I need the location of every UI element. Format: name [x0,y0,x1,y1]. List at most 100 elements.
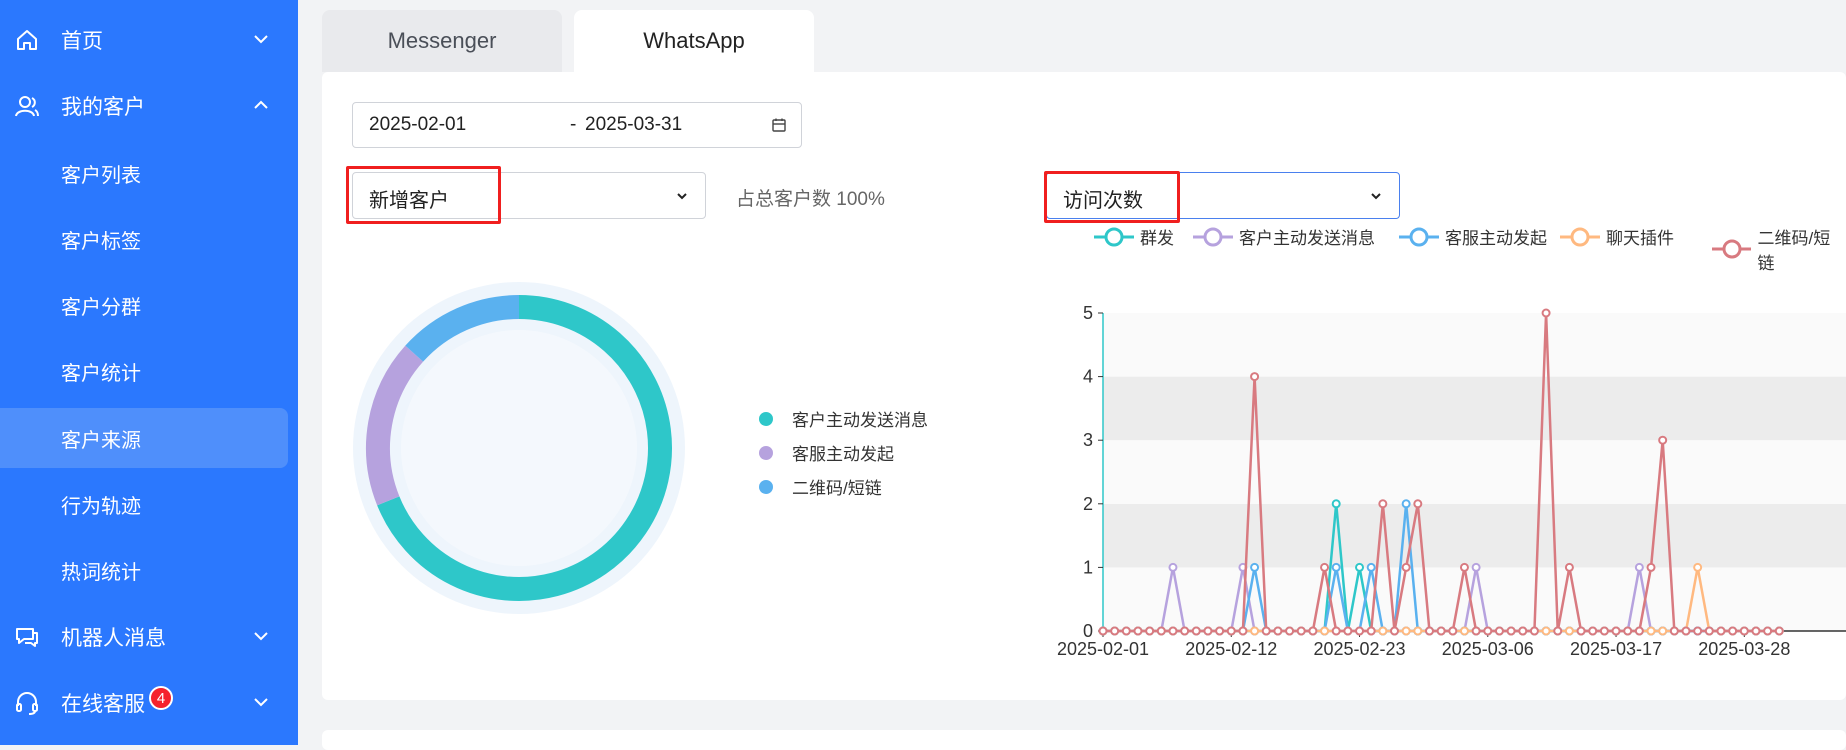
data-point[interactable] [1133,626,1143,636]
data-point[interactable] [1378,499,1388,509]
data-point[interactable] [1110,626,1120,636]
data-point[interactable] [1331,626,1341,636]
data-point[interactable] [1215,626,1225,636]
sidebar-item-6[interactable]: 客户来源 [0,408,288,468]
data-point[interactable] [1285,626,1295,636]
data-point[interactable] [1413,626,1423,636]
data-point[interactable] [1588,626,1598,636]
data-point[interactable] [1459,562,1469,572]
data-point[interactable] [1180,626,1190,636]
sidebar-item-0[interactable]: 首页 [0,10,298,70]
data-point[interactable] [1669,626,1679,636]
data-point[interactable] [1658,435,1668,445]
data-point[interactable] [1448,626,1458,636]
data-point[interactable] [1296,626,1306,636]
data-point[interactable] [1250,372,1260,382]
data-point[interactable] [1611,626,1621,636]
tab-messenger[interactable]: Messenger [322,10,562,72]
data-point[interactable] [1203,626,1213,636]
data-point[interactable] [1576,626,1586,636]
data-point[interactable] [1436,626,1446,636]
data-point[interactable] [1704,626,1714,636]
sidebar-item-7[interactable]: 行为轨迹 [0,474,298,534]
donut-legend-item[interactable]: 二维码/短链 [759,474,882,499]
data-point[interactable] [1320,562,1330,572]
data-point[interactable] [1553,626,1563,636]
data-point[interactable] [1168,562,1178,572]
data-point[interactable] [1646,626,1656,636]
line-legend-item[interactable]: 聊天插件 [1560,224,1674,249]
data-point[interactable] [1343,626,1353,636]
calendar-icon[interactable] [771,117,787,133]
data-point[interactable] [1658,626,1668,636]
data-point[interactable] [1226,626,1236,636]
data-point[interactable] [1693,562,1703,572]
tab-whatsapp[interactable]: WhatsApp [574,10,814,72]
sidebar-item-2[interactable]: 客户列表 [0,143,298,203]
data-point[interactable] [1401,499,1411,509]
data-point[interactable] [1646,562,1656,572]
data-point[interactable] [1401,626,1411,636]
data-point[interactable] [1261,626,1271,636]
data-point[interactable] [1518,626,1528,636]
data-point[interactable] [1390,626,1399,636]
sidebar-item-3[interactable]: 客户标签 [0,209,298,269]
data-point[interactable] [1331,499,1341,509]
data-point[interactable] [1238,626,1248,636]
data-point[interactable] [1413,499,1423,509]
date-start[interactable]: 2025-02-01 [369,114,466,136]
data-point[interactable] [1156,626,1166,636]
data-point[interactable] [1471,626,1481,636]
customer-type-select[interactable]: 新增客户 [352,172,706,219]
data-point[interactable] [1250,626,1260,636]
line-legend-item[interactable]: 客服主动发起 [1399,224,1547,249]
chevron-up-icon[interactable] [250,94,272,116]
chevron-down-icon[interactable] [250,691,272,713]
data-point[interactable] [1529,626,1539,636]
data-point[interactable] [1506,626,1516,636]
data-point[interactable] [1634,626,1644,636]
data-point[interactable] [1541,308,1551,318]
date-end[interactable]: 2025-03-31 [585,114,682,136]
data-point[interactable] [1564,626,1574,636]
data-point[interactable] [1145,626,1155,636]
data-point[interactable] [1564,562,1574,572]
sidebar-item-1[interactable]: 我的客户 [0,76,298,136]
data-point[interactable] [1681,626,1691,636]
data-point[interactable] [1751,626,1761,636]
data-point[interactable] [1355,626,1365,636]
data-point[interactable] [1366,562,1376,572]
data-point[interactable] [1273,626,1283,636]
data-point[interactable] [1459,626,1469,636]
data-point[interactable] [1401,562,1411,572]
line-legend-item[interactable]: 二维码/短链 [1712,224,1846,274]
data-point[interactable] [1693,626,1703,636]
data-point[interactable] [1774,626,1784,636]
data-point[interactable] [1494,626,1504,636]
data-point[interactable] [1308,626,1318,636]
data-point[interactable] [1320,626,1330,636]
data-point[interactable] [1355,562,1365,572]
data-point[interactable] [1168,626,1178,636]
data-point[interactable] [1250,562,1260,572]
data-point[interactable] [1541,626,1551,636]
data-point[interactable] [1378,626,1388,636]
line-legend-item[interactable]: 客户主动发送消息 [1193,224,1375,249]
donut-legend-item[interactable]: 客户主动发送消息 [759,406,928,431]
metric-select[interactable]: 访问次数 [1046,172,1400,219]
data-point[interactable] [1728,626,1738,636]
data-point[interactable] [1599,626,1609,636]
data-point[interactable] [1763,626,1773,636]
sidebar-item-8[interactable]: 热词统计 [0,540,298,600]
data-point[interactable] [1471,562,1481,572]
chevron-down-icon[interactable] [250,625,272,647]
data-point[interactable] [1366,626,1376,636]
data-point[interactable] [1121,626,1131,636]
data-point[interactable] [1739,626,1749,636]
data-point[interactable] [1191,626,1201,636]
data-point[interactable] [1623,626,1633,636]
data-point[interactable] [1098,626,1108,636]
data-point[interactable] [1716,626,1726,636]
data-point[interactable] [1424,626,1434,636]
sidebar-item-10[interactable]: 在线客服 4 [0,673,298,733]
